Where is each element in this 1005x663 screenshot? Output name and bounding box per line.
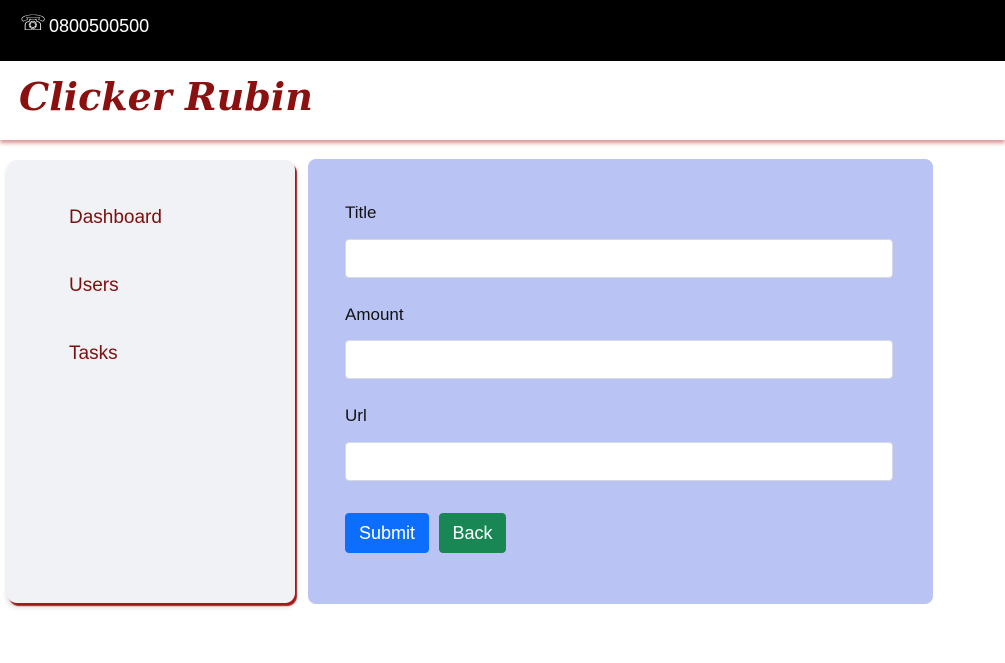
url-input[interactable]: [345, 442, 893, 481]
brand-logo[interactable]: Clicker Rubin: [19, 71, 313, 123]
form-panel: Title Amount Url Submit Back: [308, 159, 933, 604]
header: Clicker Rubin: [0, 61, 1005, 140]
title-input[interactable]: [345, 239, 893, 278]
sidebar-item-tasks[interactable]: Tasks: [69, 342, 118, 366]
back-button[interactable]: Back: [439, 513, 506, 553]
phone-icon: ☏: [20, 12, 47, 35]
phone-number[interactable]: 0800500500: [49, 15, 149, 37]
sidebar: Dashboard Users Tasks: [7, 160, 295, 603]
sidebar-item-users[interactable]: Users: [69, 274, 119, 298]
url-label: Url: [345, 406, 367, 425]
title-label: Title: [345, 203, 377, 222]
sidebar-item-dashboard[interactable]: Dashboard: [69, 206, 162, 230]
amount-input[interactable]: [345, 340, 893, 379]
top-contact-bar: ☏ 0800500500: [0, 0, 1005, 61]
amount-label: Amount: [345, 305, 404, 324]
submit-button[interactable]: Submit: [345, 513, 429, 553]
